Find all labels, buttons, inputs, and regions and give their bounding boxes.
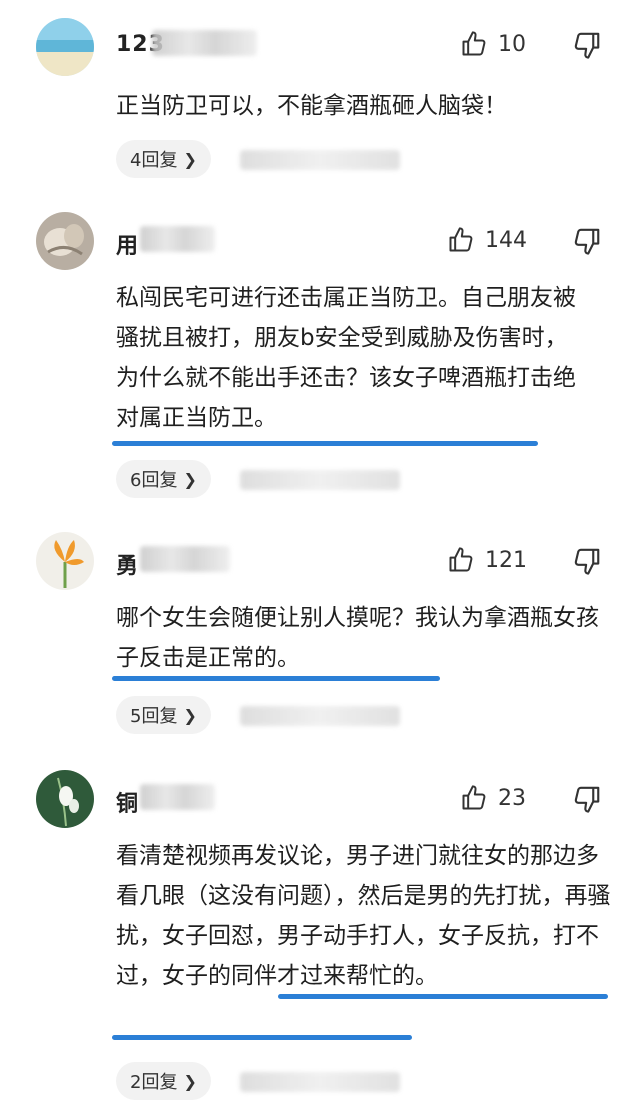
username-blur xyxy=(140,226,215,252)
username[interactable]: 用 xyxy=(116,228,139,260)
thumbs-up-icon xyxy=(449,547,473,572)
replies-count: 2回复 xyxy=(130,1072,178,1093)
like-button[interactable]: 23 xyxy=(460,784,526,812)
replies-count: 5回复 xyxy=(130,706,178,727)
username[interactable]: 铜 xyxy=(116,786,139,818)
highlight-underline xyxy=(112,1035,412,1040)
comment-text: 哪个女生会随便让别人摸呢？我认为拿酒瓶女孩子反击是正常的。 xyxy=(116,605,599,671)
avatar[interactable] xyxy=(36,532,94,590)
meta-blur xyxy=(240,150,400,170)
username-blur xyxy=(152,30,257,56)
thumbs-down-icon[interactable] xyxy=(572,30,602,60)
chevron-right-icon: ❯ xyxy=(183,705,197,725)
like-button[interactable]: 144 xyxy=(447,226,527,254)
thumbs-up-icon xyxy=(462,31,486,56)
thumbs-down-icon[interactable] xyxy=(572,546,602,576)
chevron-right-icon: ❯ xyxy=(183,149,197,169)
replies-count: 6回复 xyxy=(130,470,178,491)
thumbs-down-icon[interactable] xyxy=(572,784,602,814)
like-count: 23 xyxy=(498,785,526,811)
like-count: 10 xyxy=(498,31,526,57)
like-button[interactable]: 121 xyxy=(447,546,527,574)
highlight-underline xyxy=(278,994,608,999)
avatar[interactable] xyxy=(36,212,94,270)
chevron-right-icon: ❯ xyxy=(183,469,197,489)
avatar[interactable] xyxy=(36,770,94,828)
like-count: 144 xyxy=(485,227,527,253)
meta-blur xyxy=(240,706,400,726)
thumbs-up-icon xyxy=(449,227,473,252)
replies-count: 4回复 xyxy=(130,150,178,171)
meta-blur xyxy=(240,470,400,490)
avatar[interactable] xyxy=(36,18,94,76)
replies-button[interactable]: 4回复 ❯ xyxy=(116,140,211,178)
replies-button[interactable]: 5回复 ❯ xyxy=(116,696,211,734)
username-blur xyxy=(140,546,230,572)
like-button[interactable]: 10 xyxy=(460,30,526,58)
username[interactable]: 勇 xyxy=(116,548,139,580)
chevron-right-icon: ❯ xyxy=(183,1071,197,1091)
highlight-underline xyxy=(112,676,440,681)
meta-blur xyxy=(240,1072,400,1092)
replies-button[interactable]: 2回复 ❯ xyxy=(116,1062,211,1100)
highlight-underline xyxy=(112,441,538,446)
thumbs-down-icon[interactable] xyxy=(572,226,602,256)
replies-button[interactable]: 6回复 ❯ xyxy=(116,460,211,498)
thumbs-up-icon xyxy=(462,785,486,810)
comment-text: 私闯民宅可进行还击属正当防卫。自己朋友被骚扰且被打，朋友b安全受到威胁及伤害时，… xyxy=(116,285,576,431)
comment-text: 正当防卫可以，不能拿酒瓶砸人脑袋！ xyxy=(116,93,507,119)
username-blur xyxy=(140,784,215,810)
like-count: 121 xyxy=(485,547,527,573)
comment-text: 看清楚视频再发议论，男子进门就往女的那边多看几眼（这没有问题），然后是男的先打扰… xyxy=(116,843,611,989)
